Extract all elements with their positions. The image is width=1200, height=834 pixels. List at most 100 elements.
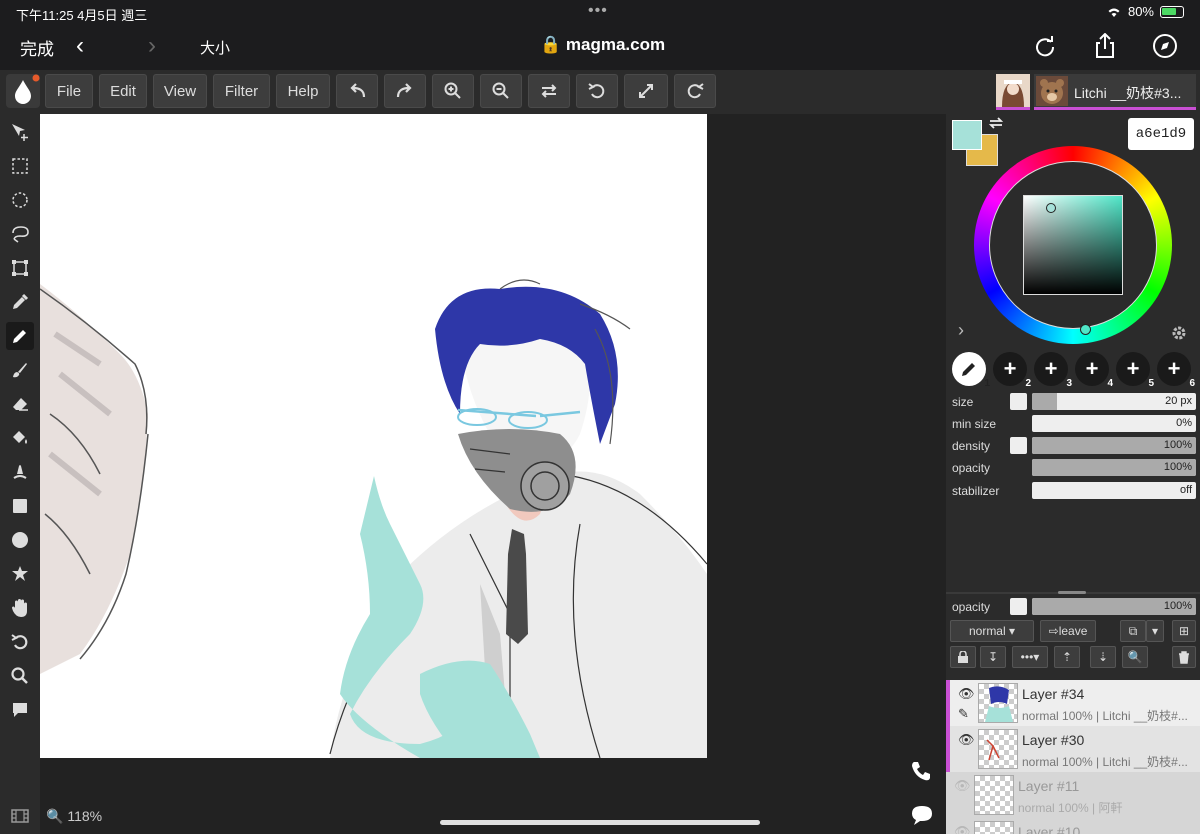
pencil-tool-icon[interactable]	[6, 322, 34, 350]
density-slider[interactable]: 100%	[1032, 437, 1196, 454]
eye-icon[interactable]: 👁	[954, 824, 971, 834]
zoom-readout[interactable]: 🔍 118%	[46, 808, 102, 825]
brush-slot-5[interactable]: +5	[1116, 352, 1154, 389]
undo-icon[interactable]	[336, 74, 378, 108]
layer-opacity-checkbox[interactable]	[1010, 598, 1027, 615]
film-icon[interactable]	[6, 802, 34, 830]
sv-picker-handle[interactable]	[1046, 203, 1056, 213]
search-layer-icon[interactable]: 🔍	[1122, 646, 1148, 668]
fullscreen-icon[interactable]	[624, 74, 668, 108]
compass-icon[interactable]	[1152, 33, 1178, 59]
hue-ring[interactable]	[974, 146, 1172, 344]
phone-icon[interactable]	[910, 760, 932, 787]
comment-tool-icon[interactable]	[6, 696, 34, 724]
forward-chevron-icon[interactable]: ›	[148, 32, 156, 60]
merge-down-icon[interactable]: ⇣	[1090, 646, 1116, 668]
help-menu[interactable]: Help	[276, 74, 330, 108]
expand-chevron-icon[interactable]: ›	[958, 320, 964, 341]
stabilizer-slider[interactable]: off	[1032, 482, 1196, 499]
duplicate-layer-icon[interactable]: ⧉	[1120, 620, 1146, 642]
hue-handle[interactable]	[1080, 324, 1091, 335]
brush-slot-6[interactable]: +6	[1157, 352, 1195, 389]
layer-item[interactable]: 👁 Layer #30 normal 100% | Litchi __奶枝#..…	[946, 726, 1200, 772]
shape-tool-icon[interactable]	[6, 560, 34, 588]
rotate-view-icon[interactable]	[6, 628, 34, 656]
transform-icon[interactable]	[6, 254, 34, 282]
share-icon[interactable]	[1092, 33, 1118, 59]
file-menu[interactable]: File	[45, 74, 93, 108]
canvas-area: 🔍 118%	[40, 114, 946, 834]
rect-select-icon[interactable]	[6, 152, 34, 180]
eye-icon[interactable]: 👁	[958, 732, 975, 748]
hex-input[interactable]: a6e1d9	[1128, 118, 1194, 150]
rectangle-tool-icon[interactable]	[6, 492, 34, 520]
drawing-canvas[interactable]	[40, 114, 707, 758]
eye-icon[interactable]: 👁	[958, 686, 975, 702]
size-pressure-checkbox[interactable]	[1010, 393, 1027, 410]
eraser-icon[interactable]	[6, 390, 34, 418]
brush-slot-4[interactable]: +4	[1075, 352, 1113, 389]
stabilizer-row: stabilizer off	[952, 481, 1196, 501]
back-chevron-icon[interactable]: ‹	[76, 32, 84, 60]
layer-item[interactable]: 👁 Layer #11 normal 100% | 阿軒	[946, 772, 1200, 818]
add-layer-icon[interactable]: ⊞	[1172, 620, 1196, 642]
user-tab[interactable]: Litchi __奶枝#3...	[1034, 74, 1196, 110]
saturation-square[interactable]	[1023, 195, 1123, 295]
pencil-icon	[962, 363, 975, 376]
size-slider[interactable]: 20 px	[1032, 393, 1196, 410]
reload-icon[interactable]	[1032, 33, 1058, 59]
collaborator-avatar[interactable]	[996, 74, 1030, 110]
panel-divider[interactable]	[946, 591, 1200, 594]
delete-layer-icon[interactable]	[1172, 646, 1196, 668]
swap-colors-icon[interactable]	[988, 116, 1004, 135]
layer-item[interactable]: 👁 ✎ Layer #34 normal 100% | Litchi __奶枝#…	[946, 680, 1200, 726]
multitask-dots[interactable]: •••	[588, 2, 608, 20]
magma-logo-icon[interactable]	[6, 74, 40, 108]
redo-icon[interactable]	[384, 74, 426, 108]
layer-dropdown-icon[interactable]: ▾	[1146, 620, 1164, 642]
url-field[interactable]: 🔒 magma.com	[540, 35, 665, 55]
smudge-icon[interactable]	[6, 458, 34, 486]
flip-icon[interactable]	[528, 74, 570, 108]
text-size-button[interactable]: 大小	[200, 37, 230, 58]
ellipse-tool-icon[interactable]	[6, 526, 34, 554]
hand-tool-icon[interactable]	[6, 594, 34, 622]
home-indicator[interactable]	[440, 820, 760, 825]
done-button[interactable]: 完成	[20, 35, 54, 60]
zoom-in-icon[interactable]	[432, 74, 474, 108]
view-menu[interactable]: View	[153, 74, 207, 108]
ellipse-select-icon[interactable]	[6, 186, 34, 214]
zoom-out-icon[interactable]	[480, 74, 522, 108]
settings-gear-icon[interactable]	[1170, 324, 1188, 347]
move-tool-icon[interactable]	[6, 118, 34, 146]
density-pressure-checkbox[interactable]	[1010, 437, 1027, 454]
chat-icon[interactable]	[910, 804, 934, 831]
brush-slot-3[interactable]: +3	[1034, 352, 1072, 389]
brush-slot-2[interactable]: +2	[993, 352, 1031, 389]
min-size-slider[interactable]: 0%	[1032, 415, 1196, 432]
density-row: density 100%	[952, 436, 1196, 456]
paint-bucket-icon[interactable]	[6, 424, 34, 452]
eyedropper-icon[interactable]	[6, 288, 34, 316]
blend-mode-select[interactable]: normal ▾	[950, 620, 1034, 642]
clip-icon[interactable]: ↧	[980, 646, 1006, 668]
lock-icon[interactable]	[950, 646, 976, 668]
rotate-right-icon[interactable]	[674, 74, 716, 108]
leave-button[interactable]: ⇨ leave	[1040, 620, 1096, 642]
safari-bar: 完成 ‹ › 大小 🔒 magma.com	[0, 24, 1200, 70]
more-options-icon[interactable]: •••▾	[1012, 646, 1048, 668]
layer-opacity-slider[interactable]: 100%	[1032, 598, 1196, 615]
zoom-tool-icon[interactable]	[6, 662, 34, 690]
merge-up-icon[interactable]: ⇡	[1054, 646, 1080, 668]
layer-item[interactable]: 👁 Layer #10	[946, 818, 1200, 834]
eye-icon[interactable]: 👁	[954, 778, 971, 794]
opacity-slider[interactable]: 100%	[1032, 459, 1196, 476]
edit-menu[interactable]: Edit	[99, 74, 147, 108]
filter-menu[interactable]: Filter	[213, 74, 270, 108]
primary-color-swatch[interactable]	[952, 120, 982, 150]
rotate-left-icon[interactable]	[576, 74, 618, 108]
brush-tool-icon[interactable]	[6, 356, 34, 384]
brush-slot-1[interactable]: 1	[952, 352, 990, 389]
lasso-icon[interactable]	[6, 220, 34, 248]
layer-opacity-row: opacity 100%	[952, 597, 1196, 617]
